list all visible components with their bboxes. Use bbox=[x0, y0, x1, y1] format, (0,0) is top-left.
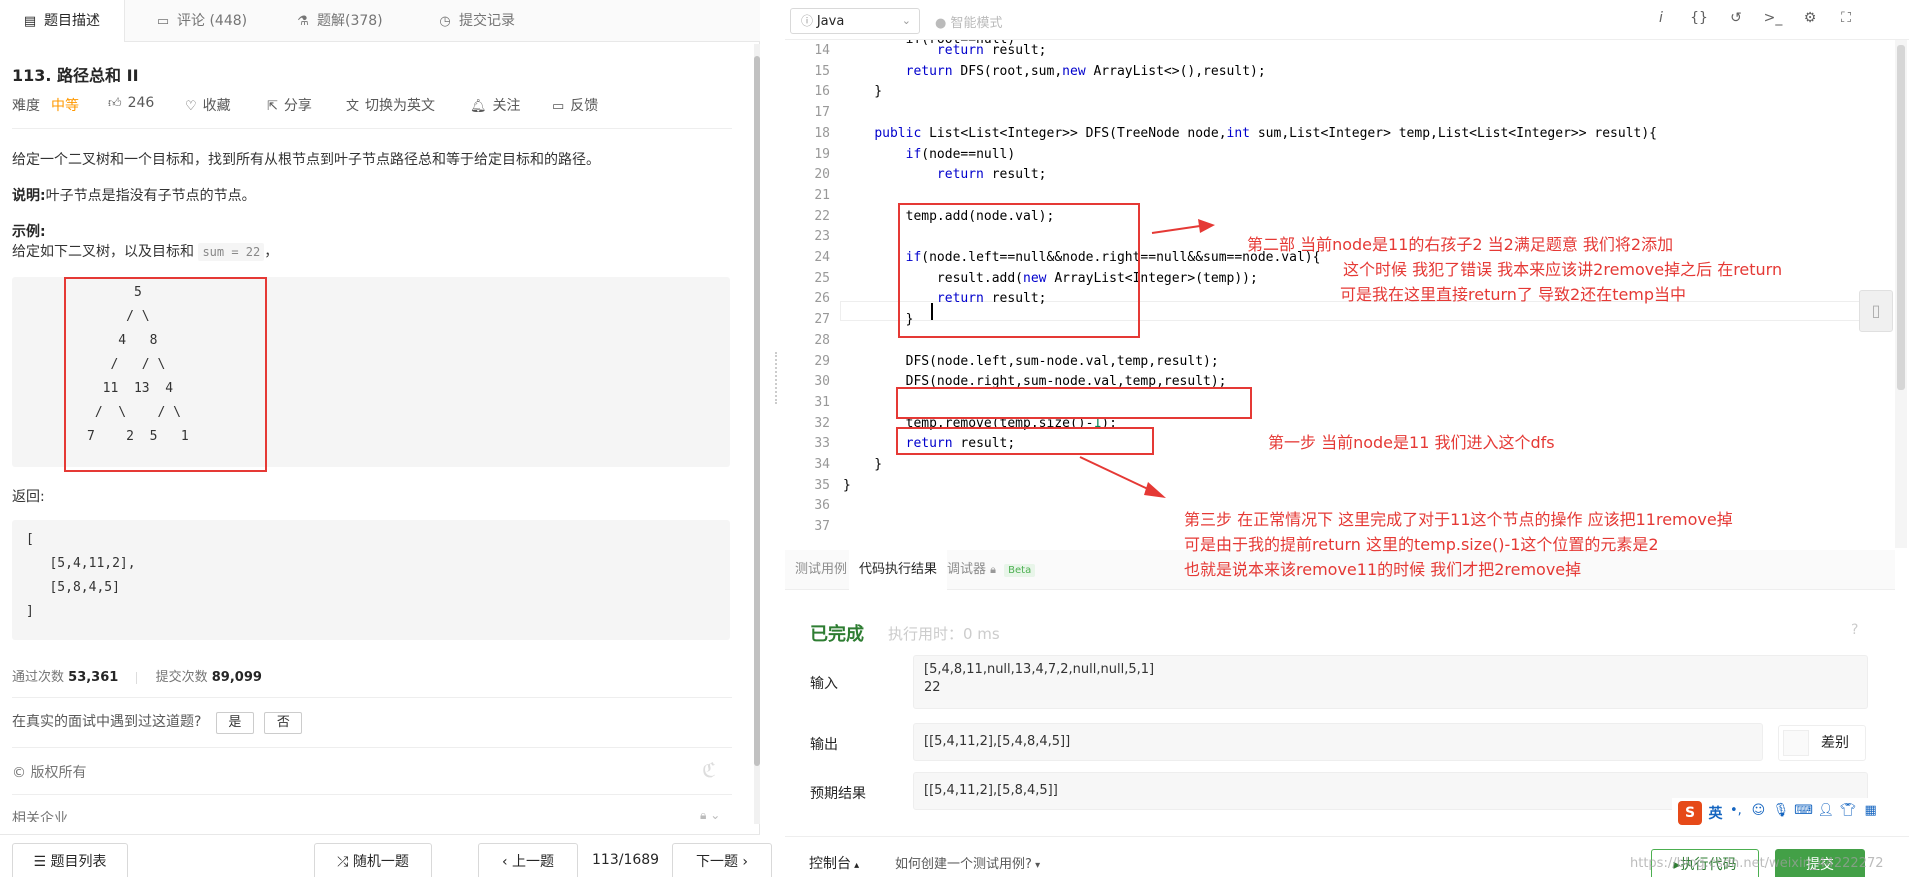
arrow-line bbox=[1079, 456, 1151, 491]
keyboard-icon[interactable]: ⌨ bbox=[1794, 803, 1813, 818]
sogou-logo-icon[interactable]: S bbox=[1678, 801, 1702, 825]
annotation-step3-line: 可是由于我的提前return 这里的temp.size()-1这个位置的元素是2 bbox=[1184, 535, 1659, 554]
annotation-arrows bbox=[1079, 219, 1215, 498]
arrow-line bbox=[1151, 225, 1201, 234]
ime-language[interactable]: 英 bbox=[1708, 803, 1722, 823]
annotation-step2-line: 这个时候 我犯了错误 我本来应该讲2remove掉之后 在return bbox=[1343, 260, 1783, 279]
arrow-head bbox=[1198, 219, 1215, 233]
skin-icon[interactable]: 👕︎ bbox=[1839, 803, 1857, 818]
annotation-step2-line: 第二部 当前node是11的右孩子2 当2满足题意 我们将2添加 bbox=[1247, 235, 1674, 254]
microphone-icon[interactable]: 🎙︎ bbox=[1772, 803, 1790, 818]
annotation-step2-line: 可是我在这里直接return了 导致2还在temp当中 bbox=[1340, 285, 1687, 304]
annotation-step1: 第一步 当前node是11 我们进入这个dfs bbox=[1268, 433, 1555, 452]
grid-icon[interactable]: ▦ bbox=[1862, 803, 1880, 818]
punctuation-icon[interactable]: •, bbox=[1727, 803, 1745, 818]
user-icon[interactable]: 👤︎ bbox=[1817, 803, 1835, 818]
annotation-step3-line: 也就是说本来该remove11的时候 我们才把2remove掉 bbox=[1184, 560, 1582, 579]
side-panel-toggle[interactable]: ▯ bbox=[1859, 290, 1893, 332]
arrow-head bbox=[1144, 482, 1166, 498]
emoji-icon[interactable]: ☺ bbox=[1749, 803, 1767, 818]
input-method-toolbar: S 英 •, ☺ 🎙︎ ⌨ 👤︎ 👕︎ ▦ bbox=[1672, 798, 1909, 828]
annotation-step3-line: 第三步 在正常情况下 这里完成了对于11这个节点的操作 应该把11remove掉 bbox=[1184, 510, 1733, 529]
clipboard-icon: ▯ bbox=[1871, 301, 1881, 320]
